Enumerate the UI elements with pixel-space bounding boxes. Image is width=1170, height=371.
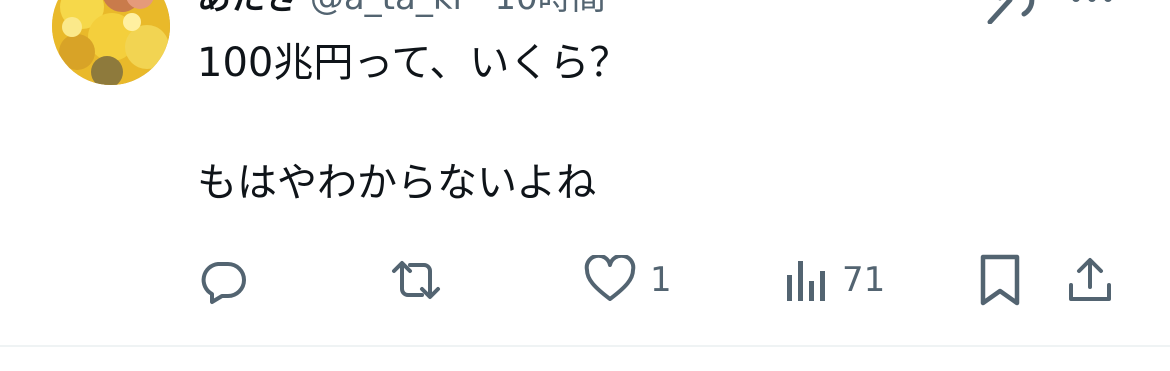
user-handle[interactable]: @a_ta_ki [310, 0, 462, 18]
heart-icon [584, 255, 636, 301]
like-button[interactable]: 1 [584, 250, 672, 310]
bookmark-button[interactable] [978, 250, 1022, 310]
reply-button[interactable] [198, 250, 248, 310]
separator-dot: · [473, 0, 484, 18]
tweet-header: あたき @a_ta_ki · 10時間 [197, 0, 606, 18]
bookmark-icon [980, 254, 1020, 306]
more-icon[interactable] [1070, 0, 1114, 6]
share-button[interactable] [1066, 250, 1114, 310]
tweet[interactable]: あたき @a_ta_ki · 10時間 100兆円って、いくら？ もはやわからな… [0, 0, 1170, 371]
tweet-text-line-1: 100兆円って、いくら？ [197, 40, 630, 86]
reply-icon [201, 262, 246, 304]
views-button[interactable]: 71 [784, 250, 885, 310]
views-icon [787, 261, 825, 301]
display-name[interactable]: あたき [197, 0, 299, 18]
retweet-button[interactable] [386, 250, 446, 310]
avatar[interactable] [52, 0, 170, 85]
tweet-text-line-2: もはやわからないよね [197, 160, 597, 206]
like-count: 1 [650, 260, 672, 300]
retweet-icon [392, 261, 440, 299]
timestamp[interactable]: 10時間 [494, 0, 605, 18]
action-bar: 1 71 [0, 250, 1170, 310]
avatar-image [52, 0, 170, 85]
divider [0, 345, 1170, 347]
grok-icon[interactable] [980, 0, 1038, 24]
views-count: 71 [842, 260, 886, 300]
share-icon [1069, 258, 1111, 301]
